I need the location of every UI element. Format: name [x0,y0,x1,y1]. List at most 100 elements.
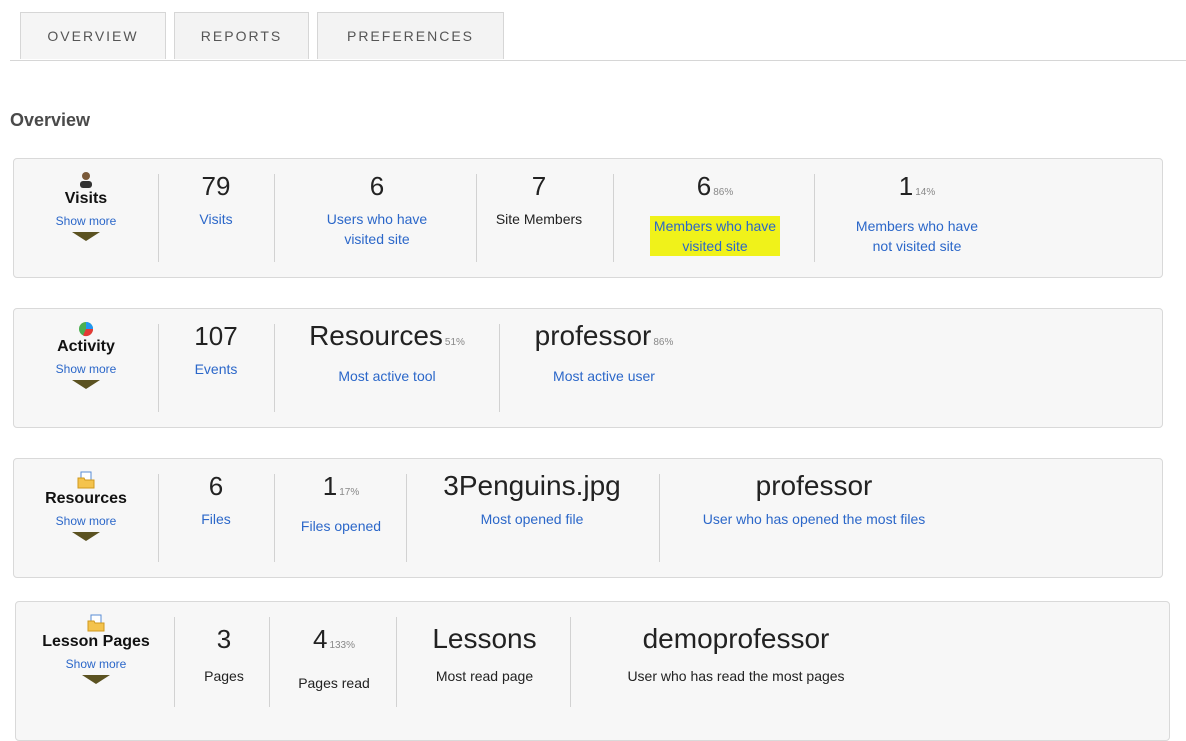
stat-top-file-opener: professor User who has opened the most f… [664,471,964,529]
site-members-label: Site Members [495,211,583,227]
divider [814,174,815,262]
tab-overview-label: OVERVIEW [47,28,139,44]
stat-users-visited: 6 Users who have visited site [282,171,472,249]
divider [570,617,571,707]
visits-title: Visits [64,190,108,207]
divider [274,474,275,562]
top-file-opener-link[interactable]: User who has opened the most files [664,509,964,529]
visits-link[interactable]: Visits [176,209,256,229]
users-visited-link[interactable]: Users who have visited site [282,209,472,249]
activity-title: Activity [57,338,115,355]
page-title: Overview [10,110,91,130]
most-active-user-name: professor [534,320,652,351]
divider [659,474,660,562]
activity-header: Activity Show more [14,321,158,389]
events-count: 107 [194,321,238,351]
users-visited-label-line1: Users who have [326,211,428,227]
users-visited-count: 6 [369,171,385,201]
stat-most-active-user: professor 86% Most active user [504,321,704,386]
activity-panel: Activity Show more 107 Events Resources 5… [13,308,1163,428]
members-visited-count: 6 [696,171,712,201]
expand-arrow-icon[interactable] [72,232,100,241]
divider [158,474,159,562]
expand-arrow-icon[interactable] [82,675,110,684]
lesson-pages-title: Lesson Pages [42,633,150,650]
pages-label: Pages [204,668,244,684]
divider [158,174,159,262]
divider [269,617,270,707]
divider [613,174,614,262]
lesson-pages-panel: Lesson Pages Show more 3 Pages 4 133% Pag… [15,601,1170,741]
top-page-reader-label: User who has read the most pages [627,668,845,684]
events-link[interactable]: Events [176,359,256,379]
divider [396,617,397,707]
members-visited-highlight: Members who have visited site [649,216,781,256]
tab-overview[interactable]: OVERVIEW [20,12,166,59]
divider [499,324,500,412]
members-not-visited-link[interactable]: Members who have not visited site [822,216,1012,256]
stat-events: 107 Events [176,321,256,379]
visits-header: Visits Show more [14,171,158,241]
stat-members-visited: 6 86% Members who have visited site [620,171,810,256]
pages-read-pct: 133% [329,640,356,651]
most-active-tool-pct: 51% [444,337,465,348]
resources-panel: Resources Show more 6 Files 1 17% Files o… [13,458,1163,578]
stat-site-members: 7 Site Members [484,171,594,229]
stat-top-page-reader: demoprofessor User who has read the most… [576,624,896,686]
members-visited-pct: 86% [713,187,734,198]
most-active-tool-link[interactable]: Most active tool [282,366,492,386]
most-active-user-link[interactable]: Most active user [504,366,704,386]
divider [274,324,275,412]
visits-count: 79 [201,171,231,201]
stat-most-opened-file: 3Penguins.jpg Most opened file [412,471,652,529]
most-active-user-pct: 86% [653,337,674,348]
top-file-opener-name: professor [755,470,873,501]
tab-reports-label: REPORTS [200,28,283,44]
members-visited-link[interactable]: Members who have visited site [620,216,810,256]
members-visited-value: 6 86% [620,171,810,208]
divider [476,174,477,262]
stat-files-opened: 1 17% Files opened [280,471,402,536]
pie-chart-icon [79,322,94,337]
site-members-count: 7 [531,171,547,201]
stat-members-not-visited: 1 14% Members who have not visited site [822,171,1012,256]
members-not-visited-pct: 14% [915,187,936,198]
lesson-pages-header: Lesson Pages Show more [16,614,176,684]
folder-icon [87,614,105,632]
pages-read-value: 4 133% [274,624,394,661]
most-active-tool-value: Resources 51% [282,321,492,358]
stat-files: 6 Files [176,471,256,529]
activity-show-more-link[interactable]: Show more [14,362,158,376]
stat-most-active-tool: Resources 51% Most active tool [282,321,492,386]
tab-reports[interactable]: REPORTS [174,12,309,59]
user-icon [80,172,92,188]
divider [274,174,275,262]
files-opened-count: 1 [322,471,338,501]
top-page-reader-name: demoprofessor [642,623,830,654]
stat-most-read-page: Lessons Most read page [402,624,567,686]
most-opened-file-link[interactable]: Most opened file [412,509,652,529]
tab-bar: OVERVIEW REPORTS PREFERENCES [10,12,1186,61]
folder-icon [77,471,95,489]
files-opened-link[interactable]: Files opened [280,516,402,536]
lesson-pages-show-more-link[interactable]: Show more [16,657,176,671]
visits-panel: Visits Show more 79 Visits 6 Users who h… [13,158,1163,278]
resources-show-more-link[interactable]: Show more [14,514,158,528]
members-not-visited-label-line2: not visited site [872,238,962,254]
visits-show-more-link[interactable]: Show more [14,214,158,228]
stat-pages: 3 Pages [184,624,264,686]
divider [174,617,175,707]
stat-visits: 79 Visits [176,171,256,229]
files-link[interactable]: Files [176,509,256,529]
resources-title: Resources [45,490,127,507]
most-opened-file-name: 3Penguins.jpg [443,470,621,501]
most-read-page-label: Most read page [435,668,534,684]
pages-read-count: 4 [312,624,328,654]
resources-header: Resources Show more [14,471,158,541]
expand-arrow-icon[interactable] [72,380,100,389]
files-count: 6 [208,471,224,501]
members-not-visited-value: 1 14% [822,171,1012,208]
most-read-page-name: Lessons [432,623,537,654]
expand-arrow-icon[interactable] [72,532,100,541]
tab-preferences[interactable]: PREFERENCES [317,12,504,59]
